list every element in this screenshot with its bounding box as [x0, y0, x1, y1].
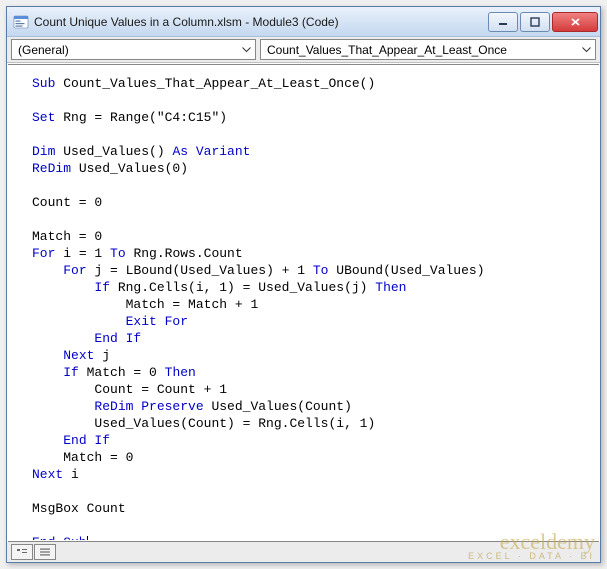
dropdown-bar: (General) Count_Values_That_Appear_At_Le… — [7, 37, 600, 63]
chevron-down-icon — [239, 42, 253, 58]
code-text: Sub Count_Values_That_Appear_At_Least_On… — [32, 75, 591, 540]
window-title: Count Unique Values in a Column.xlsm - M… — [34, 15, 488, 29]
chevron-down-icon — [579, 42, 593, 58]
object-dropdown[interactable]: (General) — [11, 39, 256, 60]
full-module-view-icon — [38, 547, 52, 557]
code-editor[interactable]: Sub Count_Values_That_Appear_At_Least_On… — [8, 64, 599, 540]
titlebar[interactable]: Count Unique Values in a Column.xlsm - M… — [7, 7, 600, 37]
close-button[interactable] — [552, 12, 598, 32]
maximize-button[interactable] — [520, 12, 550, 32]
object-dropdown-value: (General) — [18, 43, 69, 57]
app-icon — [13, 14, 29, 30]
view-mode-bar — [7, 542, 600, 562]
procedure-dropdown[interactable]: Count_Values_That_Appear_At_Least_Once — [260, 39, 596, 60]
maximize-icon — [530, 17, 540, 27]
procedure-view-icon — [15, 547, 29, 557]
procedure-view-button[interactable] — [11, 544, 33, 560]
window-controls — [488, 12, 598, 32]
minimize-button[interactable] — [488, 12, 518, 32]
vba-code-window: Count Unique Values in a Column.xlsm - M… — [6, 6, 601, 563]
full-module-view-button[interactable] — [34, 544, 56, 560]
close-icon — [570, 17, 581, 27]
minimize-icon — [498, 17, 508, 27]
procedure-dropdown-value: Count_Values_That_Appear_At_Least_Once — [267, 43, 507, 57]
